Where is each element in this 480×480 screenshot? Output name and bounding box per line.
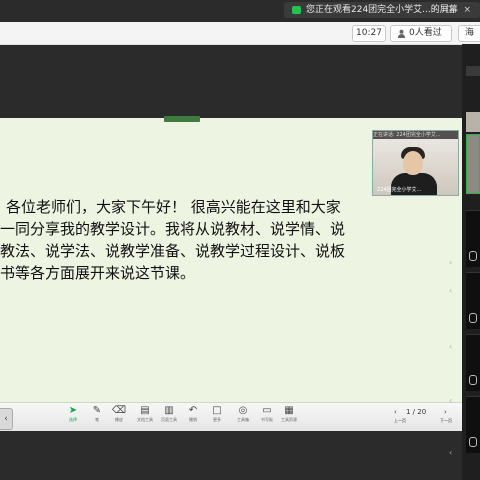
tool-label: 选择 <box>69 417 77 422</box>
chevron-left-icon[interactable]: ‹ <box>449 396 452 405</box>
slide-line: 各位老师们，大家下午好！ 很高兴能在这里和大家 <box>6 198 341 216</box>
slide-line: 教法、说学法、说教学准备、说教学过程设计、说板 <box>0 242 346 260</box>
pen-tool-button[interactable]: ✎ 笔 <box>88 405 106 429</box>
speaker-video[interactable]: 正在讲话: 224团完全小学艾... 224团完全小学艾... <box>372 130 459 196</box>
participant-tile[interactable] <box>466 66 480 76</box>
slide-line: 一同分享我的教学设计。我将从说教材、说学情、说 <box>0 220 346 238</box>
mic-icon <box>469 251 477 261</box>
next-page-label: 下一页 <box>440 418 452 423</box>
speaker-name: 224团完全小学艾... <box>377 187 422 193</box>
window-controls[interactable]: – □ × <box>433 2 474 18</box>
participant-tile[interactable] <box>466 396 480 453</box>
chevron-left-icon[interactable]: ‹ <box>449 448 452 457</box>
tool-label: 工具资源 <box>281 417 297 422</box>
undo-button[interactable]: ↶ 撤销 <box>184 405 202 429</box>
toolbox-button[interactable]: ◎ 工具箱 <box>234 405 252 429</box>
participant-tile[interactable] <box>466 334 480 391</box>
tool-label: 页面工具 <box>161 417 177 422</box>
board-icon: ▭ <box>262 405 272 416</box>
next-page-button[interactable]: › <box>444 408 447 416</box>
prev-page-button[interactable]: ‹ <box>394 408 397 416</box>
speaking-caption: 正在讲话: 224团完全小学艾... <box>373 131 458 139</box>
pen-icon: ✎ <box>92 405 102 416</box>
chevron-left-icon[interactable]: ‹ <box>449 258 452 267</box>
share-status-icon <box>292 6 301 14</box>
eraser-icon: ⌫ <box>111 405 127 416</box>
toolbox-icon: ◎ <box>238 405 248 416</box>
slide-text: 各位老师们，大家下午好！ 很高兴能在这里和大家 一同分享我的教学设计。我将从说教… <box>0 196 400 284</box>
resources-button[interactable]: ▦ 工具资源 <box>280 405 298 429</box>
meeting-time: 10:27 <box>352 25 386 42</box>
document-icon: ▤ <box>140 405 150 416</box>
mic-icon <box>469 437 477 447</box>
page-indicator: 1 / 20 <box>406 408 427 416</box>
eraser-tool-button[interactable]: ⌫ 橡皮 <box>110 405 128 429</box>
page-navigation: ‹ 1 / 20 › 上一页 下一页 <box>392 406 456 424</box>
slide-line: 书等各方面展开来说这节课。 <box>0 264 196 282</box>
page-tool-button[interactable]: ▥ 页面工具 <box>160 405 178 429</box>
more-icon: □ <box>212 405 222 416</box>
person-icon <box>397 29 406 38</box>
document-tool-button[interactable]: ▤ 文档工具 <box>136 405 154 429</box>
participant-tile[interactable] <box>466 112 480 132</box>
screen-share-notice[interactable]: 您正在观看224团完全小学艾...的屏幕 – □ × <box>284 2 480 18</box>
tool-label: 橡皮 <box>115 417 123 422</box>
tool-label: 文档工具 <box>137 417 153 422</box>
undo-icon: ↶ <box>188 405 198 416</box>
collapse-toolbar-button[interactable]: ‹ <box>0 408 13 430</box>
tool-label: 书写板 <box>261 417 273 422</box>
speaker-figure <box>403 151 423 175</box>
participant-tile[interactable] <box>466 210 480 267</box>
meeting-bar: 10:27 0人看过 海 <box>0 22 480 45</box>
chevron-left-icon[interactable]: ‹ <box>449 342 452 351</box>
cursor-icon: ➤ <box>68 405 78 416</box>
sharing-indicator <box>164 116 200 122</box>
more-button[interactable]: 海 <box>458 25 480 42</box>
tool-label: 工具箱 <box>237 417 249 422</box>
mic-icon <box>469 375 477 385</box>
page-icon: ▥ <box>164 405 174 416</box>
tool-label: 更多 <box>213 417 221 422</box>
mic-icon <box>469 313 477 323</box>
chevron-left-icon[interactable]: ‹ <box>449 286 452 295</box>
writing-board-button[interactable]: ▭ 书写板 <box>258 405 276 429</box>
resources-icon: ▦ <box>284 405 294 416</box>
more-tools-button[interactable]: □ 更多 <box>208 405 226 429</box>
select-tool-button[interactable]: ➤ 选择 <box>64 405 82 429</box>
tool-label: 撤销 <box>189 417 197 422</box>
participant-video[interactable] <box>466 134 480 194</box>
prev-page-label: 上一页 <box>394 418 406 423</box>
viewers-count: 0人看过 <box>409 28 442 38</box>
viewers-button[interactable]: 0人看过 <box>390 25 452 42</box>
participant-tile[interactable] <box>466 272 480 329</box>
tool-label: 笔 <box>95 417 99 422</box>
